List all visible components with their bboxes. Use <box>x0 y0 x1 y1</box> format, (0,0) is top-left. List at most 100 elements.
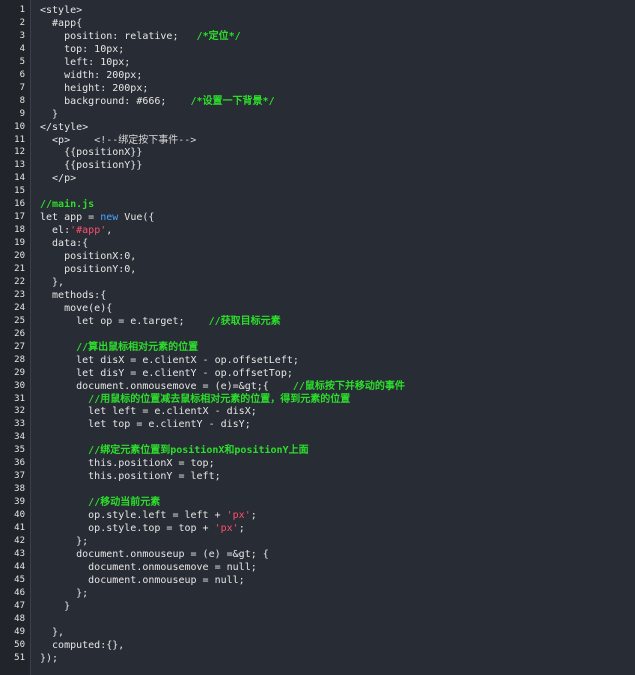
line-number: 25 <box>14 315 25 326</box>
code-line[interactable]: }, <box>31 626 64 639</box>
line-number: 5 <box>19 56 25 67</box>
code-line[interactable]: width: 200px; <box>31 69 142 82</box>
code-line[interactable]: position: relative; /*定位*/ <box>31 30 241 43</box>
line-number: 10 <box>14 121 25 132</box>
code-token-text: let disX = e.clientX - op.offsetLeft; <box>40 354 299 366</box>
code-line[interactable]: data:{ <box>31 237 88 250</box>
line-number: 43 <box>14 548 25 559</box>
code-line[interactable]: positionY:0, <box>31 263 136 276</box>
line-number: 14 <box>14 173 25 184</box>
code-line[interactable] <box>31 613 40 626</box>
code-line[interactable]: op.style.top = top + 'px'; <box>31 522 245 535</box>
code-line[interactable]: {{positionX}} <box>31 146 142 159</box>
code-line[interactable]: document.onmouseup = (e) =&gt; { <box>31 548 269 561</box>
code-line[interactable]: //绑定元素位置到positionX和positionY上面 <box>31 444 308 457</box>
code-line[interactable] <box>31 431 40 444</box>
line-number-gutter: 1 2 3 4 5 6 7 8 9 10 11 12 13 14 15 16 17 18 19 20 21 22 23 24 2… <box>0 0 31 675</box>
code-line[interactable]: //用鼠标的位置减去鼠标相对元素的位置，得到元素的位置 <box>31 393 350 406</box>
line-number: 47 <box>14 600 25 611</box>
code-token-text: }, <box>40 626 65 638</box>
code-token-text: } <box>40 108 59 120</box>
code-line[interactable]: }; <box>31 587 88 600</box>
code-line[interactable]: document.onmouseup = null; <box>31 574 245 587</box>
line-number: 33 <box>14 419 25 430</box>
code-line[interactable]: <p> <!--绑定按下事件--> <box>31 134 196 147</box>
code-token-text: document.onmousemove = (e)=&gt;{ <box>40 380 293 392</box>
code-token-text: let app = <box>40 212 101 224</box>
code-token-text: this.positionY = left; <box>40 471 221 483</box>
code-area[interactable]: <style> #app{ position: relative; /*定位*/… <box>31 0 635 675</box>
code-token-string: 'px' <box>214 523 239 534</box>
code-token-text: this.positionX = top; <box>40 458 215 470</box>
line-number: 22 <box>14 276 25 287</box>
line-number: 36 <box>14 458 25 469</box>
code-line[interactable] <box>31 483 40 496</box>
code-line[interactable]: let left = e.clientX - disX; <box>31 405 257 418</box>
code-line[interactable]: {{positionY}} <box>31 159 142 172</box>
code-token-comment: //main.js <box>40 199 95 211</box>
code-line[interactable]: op.style.left = left + 'px'; <box>31 509 257 522</box>
code-token-text: ; <box>250 510 257 522</box>
code-token-text: } <box>40 600 71 612</box>
code-token-text: , <box>106 225 113 237</box>
line-number: 2 <box>19 17 25 28</box>
code-token-text: let top = e.clientY - disY; <box>40 419 251 431</box>
code-line[interactable]: methods:{ <box>31 289 106 302</box>
code-line[interactable]: background: #666; /*设置一下背景*/ <box>31 95 275 108</box>
code-line[interactable]: let op = e.target; //获取目标元素 <box>31 315 281 328</box>
code-token-text: </p> <box>40 173 77 185</box>
code-line[interactable]: top: 10px; <box>31 43 124 56</box>
code-line[interactable]: </p> <box>31 172 76 185</box>
line-number: 19 <box>14 238 25 249</box>
code-line[interactable]: } <box>31 600 70 613</box>
line-number: 46 <box>14 587 25 598</box>
line-number: 1 <box>19 5 25 15</box>
code-line[interactable]: </style> <box>31 121 88 134</box>
line-number: 11 <box>14 134 25 145</box>
code-line[interactable]: el:'#app', <box>31 224 112 237</box>
code-token-comment: //算出鼠标相对元素的位置 <box>76 341 199 353</box>
code-line[interactable]: computed:{}, <box>31 639 124 652</box>
code-line[interactable]: }; <box>31 535 88 548</box>
line-number: 20 <box>14 251 25 262</box>
code-line[interactable]: positionX:0, <box>31 250 136 263</box>
line-number: 44 <box>14 561 25 572</box>
code-line[interactable]: } <box>31 108 58 121</box>
code-line[interactable]: //main.js <box>31 198 94 211</box>
code-line[interactable]: <style> <box>31 4 82 17</box>
code-line[interactable]: height: 200px; <box>31 82 148 95</box>
code-line[interactable]: document.onmousemove = (e)=&gt;{ //鼠标按下并… <box>31 380 405 393</box>
code-token-text: document.onmouseup = null; <box>40 574 245 586</box>
line-number: 18 <box>14 225 25 236</box>
code-token-text: el: <box>40 225 71 237</box>
code-line[interactable]: let app = new Vue({ <box>31 211 154 224</box>
code-line[interactable]: #app{ <box>31 17 82 30</box>
code-editor[interactable]: 1 2 3 4 5 6 7 8 9 10 11 12 13 14 15 16 17 18 19 20 21 22 23 24 2… <box>0 0 635 675</box>
code-line[interactable]: //算出鼠标相对元素的位置 <box>31 341 198 354</box>
code-line[interactable]: move(e){ <box>31 302 112 315</box>
line-number: 15 <box>14 186 25 197</box>
code-token-text: positionX:0, <box>40 251 137 263</box>
code-token-text: let disY = e.clientY - op.offsetTop; <box>40 367 293 379</box>
code-line[interactable]: }, <box>31 276 64 289</box>
code-token-text: {{positionY}} <box>40 160 143 172</box>
code-line[interactable] <box>31 328 40 341</box>
code-token-comment: /*设置一下背景*/ <box>190 95 275 107</box>
code-line[interactable]: this.positionY = left; <box>31 470 221 483</box>
code-line[interactable]: let disX = e.clientX - op.offsetLeft; <box>31 354 299 367</box>
code-line[interactable]: //移动当前元素 <box>31 496 160 509</box>
line-number: 51 <box>14 652 25 663</box>
code-token-text: ; <box>238 523 245 534</box>
code-line[interactable]: let disY = e.clientY - op.offsetTop; <box>31 367 293 380</box>
code-line[interactable]: }); <box>31 652 58 665</box>
code-line[interactable]: document.onmousemove = null; <box>31 561 257 574</box>
code-token-text: left: 10px; <box>40 56 131 68</box>
code-line[interactable]: let top = e.clientY - disY; <box>31 418 251 431</box>
line-number: 41 <box>14 523 25 533</box>
code-line[interactable] <box>31 185 40 198</box>
code-line[interactable]: this.positionX = top; <box>31 457 215 470</box>
code-token-comment: //移动当前元素 <box>88 497 161 509</box>
code-token-text: op.style.top = top + <box>40 523 215 534</box>
code-line[interactable]: left: 10px; <box>31 56 130 69</box>
